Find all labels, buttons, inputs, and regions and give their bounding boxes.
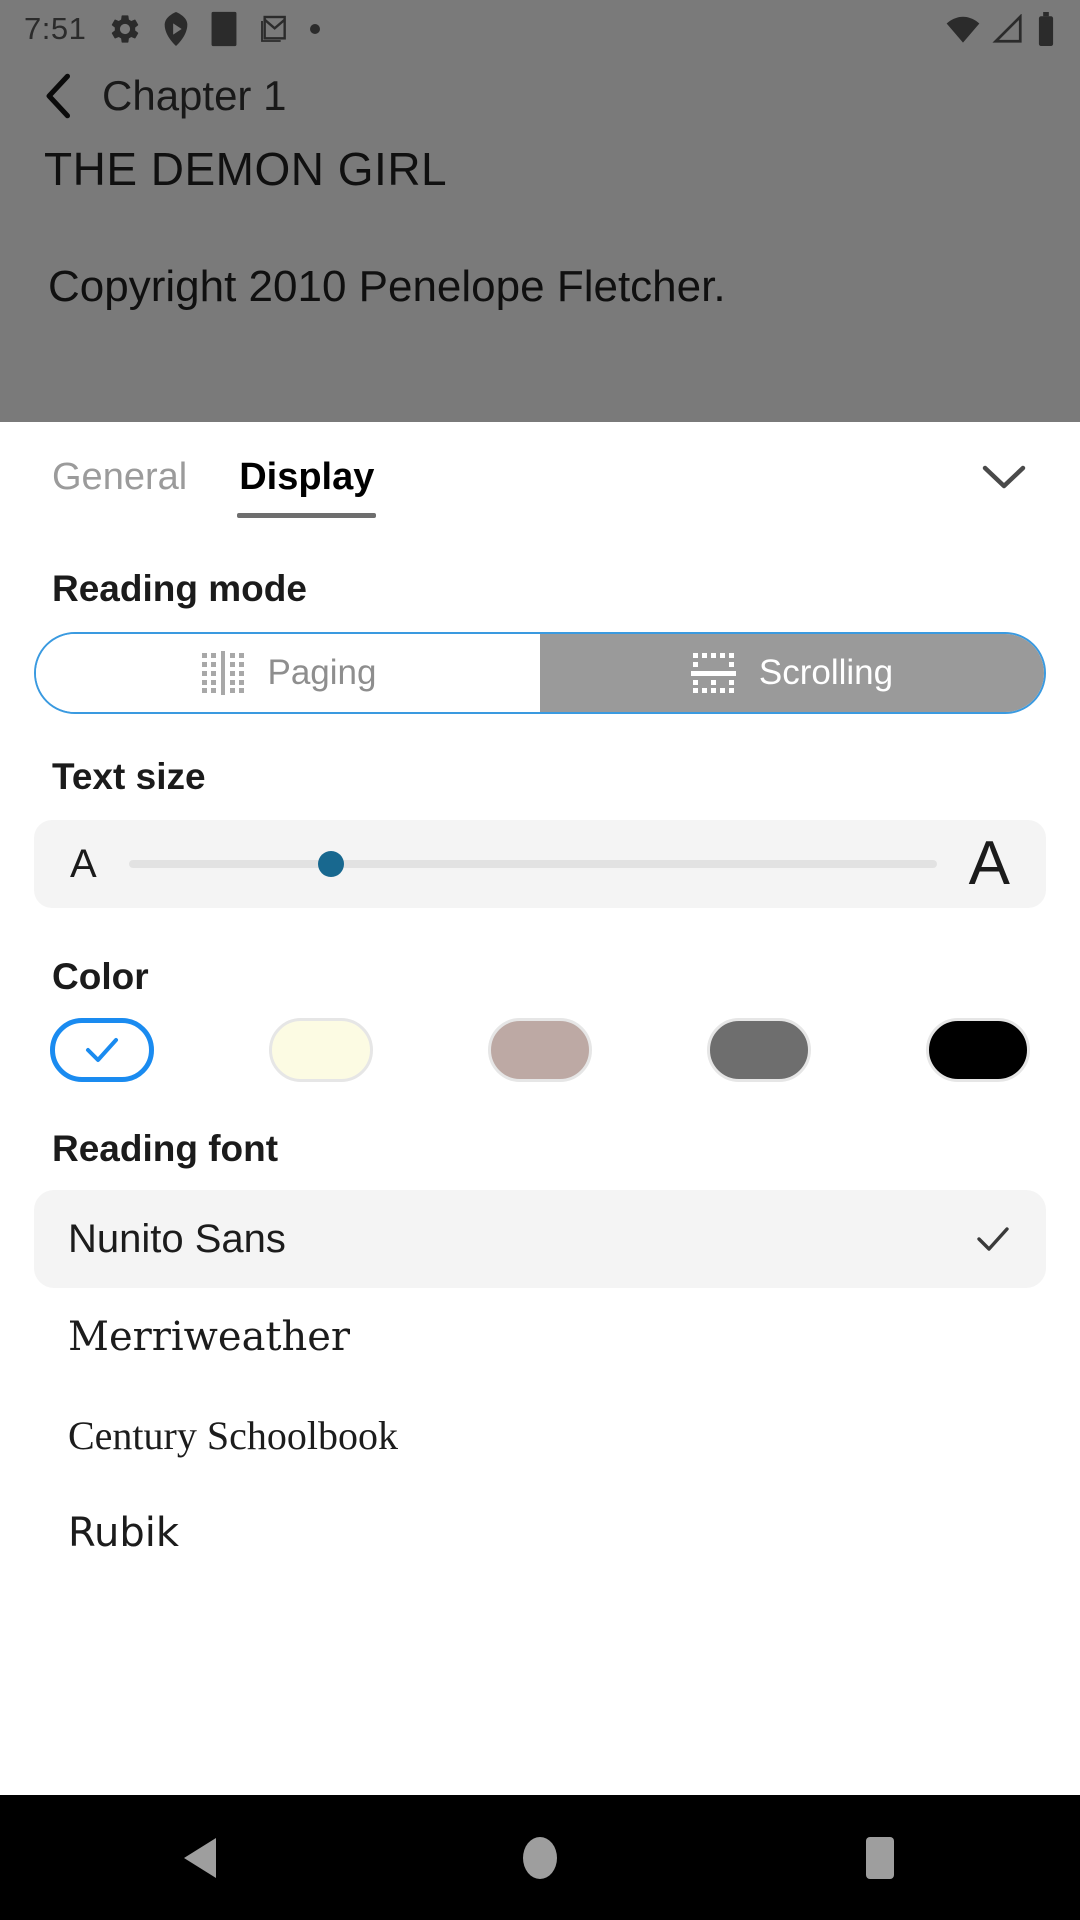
collapse-sheet-button[interactable] (968, 441, 1040, 513)
text-size-slider-row: A A (34, 820, 1046, 908)
text-size-slider-track[interactable] (128, 851, 937, 877)
book-copyright: Copyright 2010 Penelope Fletcher. (48, 262, 726, 311)
tab-general-label: General (52, 455, 188, 498)
dimmed-reader-background: 7:51 Chapter 1 THE DEMON GIRL Copyright … (0, 0, 1080, 422)
reading-mode-option-paging[interactable]: Paging (36, 634, 540, 712)
reading-mode-paging-label: Paging (267, 653, 377, 692)
check-icon (86, 1038, 118, 1062)
gear-icon (112, 15, 139, 43)
font-option-label: Century Schoolbook (68, 1412, 398, 1458)
cell-signal-icon (992, 14, 1022, 43)
nav-recents-square-icon (866, 1836, 894, 1879)
square-icon (211, 11, 237, 47)
wifi-icon (946, 16, 980, 43)
gmail-icon (261, 15, 287, 42)
reading-mode-option-scrolling[interactable]: Scrolling (540, 634, 1044, 712)
status-bar-notification-icons (108, 10, 321, 48)
dot-icon (310, 24, 321, 34)
scrolling-icon (690, 653, 736, 693)
tab-display[interactable]: Display (227, 422, 386, 532)
tab-general[interactable]: General (40, 422, 199, 532)
back-chevron-icon[interactable] (42, 72, 76, 120)
chevron-down-icon (982, 465, 1026, 489)
tab-active-indicator (237, 513, 377, 518)
font-option-rubik[interactable]: Rubik (34, 1484, 1046, 1582)
text-size-max-label: A (968, 829, 1010, 898)
nav-home-button[interactable] (450, 1795, 630, 1920)
phone-screen: 7:51 Chapter 1 THE DEMON GIRL Copyright … (0, 0, 1080, 1920)
text-size-title: Text size (52, 756, 206, 797)
color-title: Color (52, 956, 149, 997)
font-option-century-schoolbook[interactable]: Century Schoolbook (34, 1386, 1046, 1484)
color-swatch-rose[interactable] (488, 1018, 592, 1082)
display-settings-sheet: General Display Reading mode Paging Scro… (0, 422, 1080, 1795)
tab-display-label: Display (239, 455, 375, 498)
font-option-nunito-sans[interactable]: Nunito Sans (34, 1190, 1046, 1288)
status-bar: 7:51 (0, 0, 1080, 58)
reader-app-bar: Chapter 1 (0, 58, 1080, 134)
text-size-min-label: A (70, 842, 97, 886)
reading-mode-segmented-control: Paging Scrolling (34, 632, 1046, 714)
reading-font-title: Reading font (52, 1128, 279, 1169)
color-swatch-sepia-light[interactable] (269, 1018, 373, 1082)
color-swatch-gray[interactable] (707, 1018, 811, 1082)
nav-back-button[interactable] (110, 1795, 290, 1920)
text-size-slider-thumb[interactable] (317, 851, 344, 877)
nav-recents-button[interactable] (790, 1795, 970, 1920)
book-title: THE DEMON GIRL (44, 143, 448, 195)
status-bar-clock: 7:51 (24, 11, 87, 46)
shield-play-icon (165, 12, 188, 46)
font-option-label: Nunito Sans (68, 1216, 286, 1261)
reading-font-list: Nunito Sans Merriweather Century Schoolb… (0, 1190, 1080, 1582)
nav-back-triangle-icon (184, 1837, 216, 1878)
reading-mode-title: Reading mode (52, 568, 307, 609)
font-option-label: Rubik (68, 1510, 180, 1556)
color-swatch-black[interactable] (926, 1018, 1030, 1082)
reading-mode-scrolling-label: Scrolling (758, 653, 894, 692)
battery-icon (1038, 12, 1054, 46)
font-option-label: Merriweather (68, 1314, 351, 1360)
color-swatch-white[interactable] (50, 1018, 154, 1082)
font-option-merriweather[interactable]: Merriweather (34, 1288, 1046, 1386)
color-swatch-row (0, 1018, 1080, 1082)
check-icon (977, 1227, 1009, 1251)
status-bar-system-icons (946, 12, 1056, 46)
paging-icon (201, 651, 244, 695)
chapter-title: Chapter 1 (102, 72, 287, 119)
settings-tabs: General Display (0, 422, 1080, 532)
android-navigation-bar (0, 1795, 1080, 1920)
nav-home-circle-icon (523, 1836, 557, 1879)
